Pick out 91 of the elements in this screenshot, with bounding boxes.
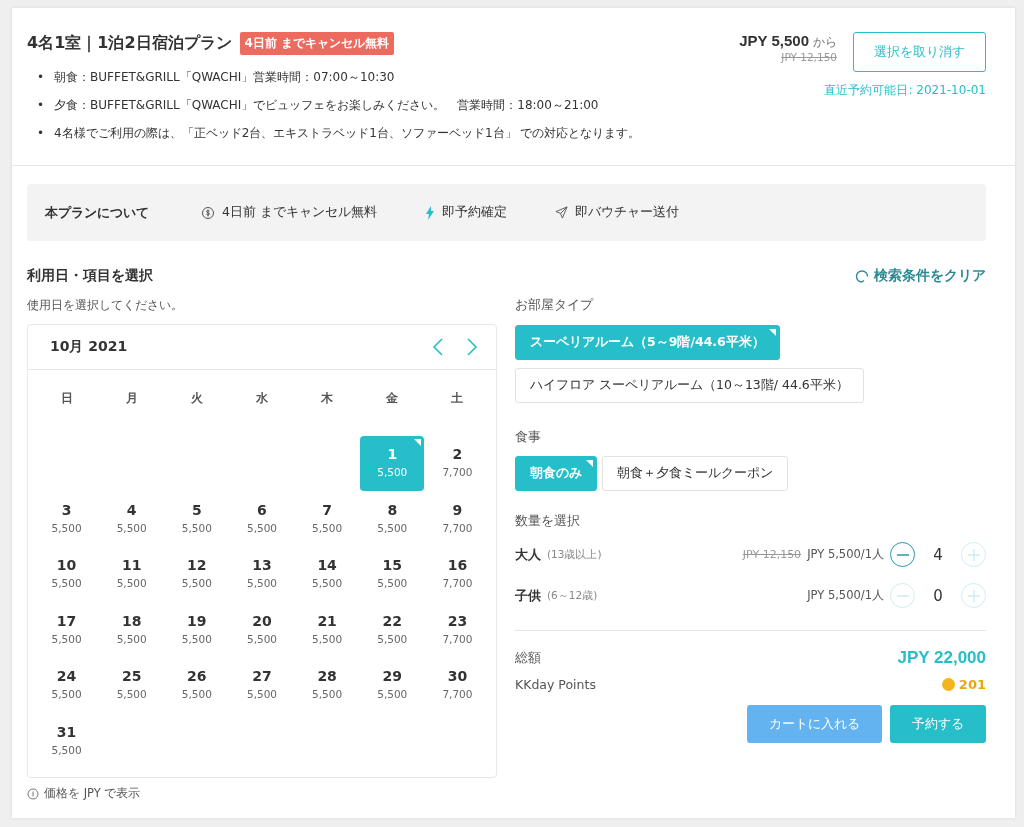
plan-detail: 朝食：BUFFET&GRILL「QWACHI」営業時間：07:00～10:30 — [54, 69, 395, 86]
bullet-mark: • — [37, 125, 45, 142]
lightning-icon — [424, 205, 435, 220]
currency-note: 価格を JPY で表示 — [44, 786, 141, 801]
clear-filters-link[interactable]: 検索条件をクリア — [855, 267, 986, 285]
weekday-label: 水 — [255, 390, 269, 407]
guest-type: 大人 — [515, 545, 541, 564]
calendar-day[interactable]: 21 5,500 — [295, 602, 360, 658]
calendar-day[interactable]: 20 5,500 — [230, 602, 294, 658]
calendar-day[interactable]: 10 5,500 — [34, 547, 99, 602]
calendar-day[interactable]: 29 5,500 — [360, 658, 425, 713]
next-month-icon[interactable] — [466, 337, 478, 357]
refresh-icon — [855, 268, 870, 284]
corner-marker-icon — [768, 329, 776, 336]
weekday-label: 木 — [320, 390, 335, 407]
weekday-label: 日 — [59, 390, 74, 407]
quantity-value: 4 — [932, 545, 944, 564]
guest-type: 子供 — [515, 586, 541, 605]
calendar-day[interactable]: 8 5,500 — [360, 491, 425, 547]
plus-icon — [967, 589, 980, 602]
calendar-day[interactable]: 5 5,500 — [164, 491, 229, 547]
weekday-label: 月 — [124, 390, 139, 407]
calendar-day[interactable]: 11 5,500 — [99, 547, 164, 602]
points-value: 201 — [958, 676, 986, 692]
minus-icon — [896, 594, 909, 597]
points-label: KKday Points — [515, 676, 596, 692]
section-title: 利用日・項目を選択 — [27, 267, 154, 285]
calendar-day[interactable]: 6 5,500 — [230, 491, 294, 547]
corner-marker-icon — [586, 460, 593, 467]
calendar-day[interactable]: 12 5,500 — [164, 547, 229, 602]
unit-price: JPY 5,500/1人 — [807, 588, 884, 603]
date-hint: 使用日を選択してください。 — [27, 297, 184, 314]
info-icon — [27, 787, 39, 800]
weekday-label: 火 — [189, 390, 204, 407]
unit-price: JPY 5,500/1人 — [807, 547, 884, 562]
meal-option[interactable]: 朝食＋夕食ミールクーポン — [602, 456, 788, 491]
cancel-badge: 4日前 までキャンセル無料 — [239, 32, 395, 55]
bullet-mark: • — [37, 69, 45, 86]
minus-icon — [896, 553, 909, 556]
room-type-label: お部屋タイプ — [515, 297, 595, 314]
corner-marker-icon — [414, 439, 422, 446]
original-price: JPY 12,150 — [781, 51, 837, 63]
calendar-day[interactable]: 30 7,700 — [425, 658, 490, 713]
calendar-day[interactable]: 31 5,500 — [34, 713, 99, 769]
age-range: (13歳以上) — [547, 547, 603, 562]
earliest-date: 直近予約可能日: 2021-10-01 — [824, 82, 986, 99]
total-label: 総額 — [515, 649, 541, 667]
feature-label: 即バウチャー送付 — [574, 204, 679, 221]
calendar-day[interactable]: 27 5,500 — [230, 658, 294, 713]
calendar-day[interactable]: 17 5,500 — [34, 602, 99, 658]
calendar-day[interactable]: 22 5,500 — [360, 602, 425, 658]
dollar-circle-icon — [201, 205, 215, 220]
calendar-day[interactable]: 2 7,700 — [425, 436, 490, 491]
coin-icon — [941, 677, 955, 691]
meal-label: 食事 — [515, 429, 542, 446]
calendar-day[interactable]: 18 5,500 — [99, 602, 164, 658]
calendar-day[interactable]: 7 5,500 — [295, 491, 360, 547]
calendar-day[interactable]: 13 5,500 — [230, 547, 294, 602]
features-title: 本プランについて — [45, 203, 149, 222]
original-unit-price: JPY 12,150 — [742, 548, 802, 561]
calendar-month: 10月 2021 — [50, 338, 128, 356]
feature-label: 4日前 までキャンセル無料 — [222, 204, 377, 221]
room-option[interactable]: ハイフロア スーペリアルーム（10～13階/ 44.6平米） — [515, 368, 864, 403]
total-amount: JPY 22,000 — [897, 648, 986, 668]
quantity-value: 0 — [932, 586, 944, 605]
calendar-day[interactable]: 24 5,500 — [34, 658, 99, 713]
calendar-day[interactable]: 23 7,700 — [425, 602, 490, 658]
calendar-day[interactable]: 19 5,500 — [164, 602, 229, 658]
plan-title: 4名1室｜1泊2日宿泊プラン — [27, 33, 232, 54]
quantity-label: 数量を選択 — [515, 513, 581, 530]
calendar-day[interactable]: 16 7,700 — [425, 547, 490, 602]
bullet-mark: • — [37, 97, 45, 114]
plan-detail: 夕食：BUFFET&GRILL「QWACHI」でビュッフェをお楽しみください。 営業時間：18:00～21:00 — [54, 97, 599, 114]
previous-month-icon[interactable] — [432, 337, 444, 357]
calendar-day[interactable]: 15 5,500 — [360, 547, 425, 602]
plan-detail: 4名様でご利用の際は、「正ベッド2台、エキストラベッド1台、ソファーベッド1台」 での対応となります。 — [54, 125, 641, 142]
age-range: (6～12歳) — [547, 588, 599, 603]
price-from: JPY 5,500 から — [739, 32, 837, 51]
calendar-day[interactable]: 26 5,500 — [164, 658, 229, 713]
calendar-day[interactable]: 4 5,500 — [99, 491, 164, 547]
plus-icon — [967, 548, 980, 561]
calendar-day[interactable]: 9 7,700 — [425, 491, 490, 547]
minus-button[interactable] — [890, 542, 915, 567]
calendar-day[interactable]: 3 5,500 — [34, 491, 99, 547]
weekday-label: 金 — [385, 390, 400, 407]
calendar-day[interactable]: 28 5,500 — [295, 658, 360, 713]
calendar-day[interactable]: 25 5,500 — [99, 658, 164, 713]
calendar-day[interactable]: 14 5,500 — [295, 547, 360, 602]
paper-plane-icon — [554, 206, 568, 219]
feature-label: 即予約確定 — [441, 204, 507, 221]
weekday-label: 土 — [450, 390, 465, 407]
